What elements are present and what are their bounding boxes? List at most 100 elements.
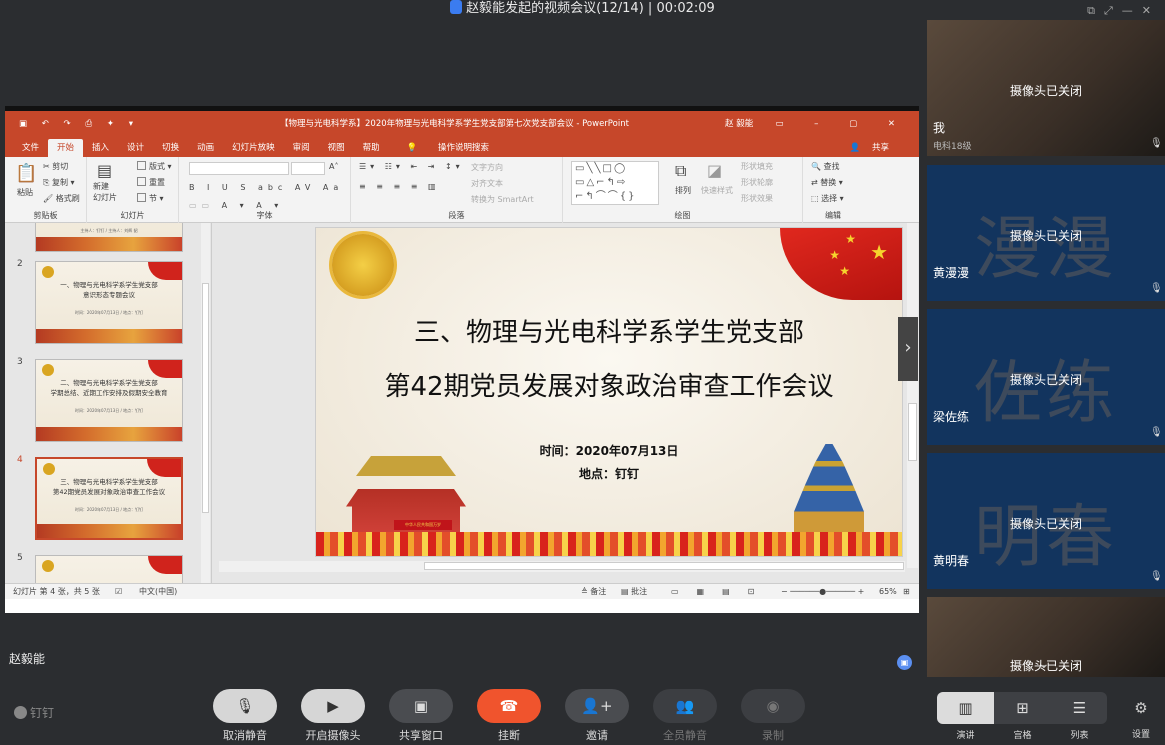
next-page-button[interactable]: › [898,317,918,381]
zoom-level[interactable]: 65% [879,584,897,599]
smartart-button[interactable]: 转换为 SmartArt [471,194,534,205]
quick-styles-icon[interactable]: ◪ [707,161,722,180]
new-slide-icon[interactable]: ▤ [97,161,112,180]
grow-font-icon[interactable]: A˄ [329,162,338,171]
hang-up-label: 挂断 [498,729,520,742]
mic-off-icon[interactable]: 🎙 [213,689,277,723]
participant-tile[interactable]: 明春 摄像头已关闭 黄明春 🎙 [927,453,1165,589]
font-name-select[interactable] [189,162,289,175]
find-button[interactable]: 🔍 查找 [811,161,840,172]
thumb-text: 一、物理与光电科学系学生党支部 意识形态专题会议 [36,280,182,300]
camera-off-status: 摄像头已关闭 [1009,229,1082,243]
fullscreen-icon[interactable]: ⤢ [1104,2,1113,19]
share-window-button[interactable]: ▣ 共享窗口 [389,689,453,743]
language[interactable]: 中文(中国) [139,584,177,599]
replace-button[interactable]: ⇄ 替换 ▾ [811,177,843,188]
paste-label[interactable]: 粘贴 [17,187,33,198]
align-text-button[interactable]: 对齐文本 [471,178,503,189]
tab-design[interactable]: 设计 [118,139,153,157]
add-user-icon[interactable]: 👤+ [565,689,629,723]
start-camera-button[interactable]: ▶ 开启摄像头 [301,689,365,743]
thumbnails-scrollbar[interactable] [201,223,210,583]
align-buttons[interactable]: ≡ ≡ ≡ ≡ ▥ [359,182,440,191]
record-button[interactable]: ◉ 录制 [741,689,805,743]
gear-icon[interactable]: ⚙ [1128,699,1154,717]
font-size-select[interactable] [291,162,325,175]
tab-insert[interactable]: 插入 [83,139,118,157]
camera-off-status: 摄像头已关闭 [1009,373,1082,387]
tab-home[interactable]: 开始 [48,139,84,157]
mute-all-icon[interactable]: 👥 [653,689,717,723]
font-format-buttons[interactable]: B I U S abc AV Aa [189,183,343,192]
slide-thumbnail-3[interactable]: 二、物理与光电科学系学生党支部 学期总结、近期工作安排及假期安全教育 时间：202… [35,359,183,442]
ppt-window-controls[interactable]: ▭ – ▢ ✕ [775,111,909,137]
chat-icon[interactable]: ▣ [897,655,912,670]
comments-button[interactable]: ▤ 批注 [621,584,647,599]
current-slide[interactable]: ★ ★ ★ ★ 三、物理与光电科学系学生党支部 第42期党员发展对象政治审查工作… [315,227,903,557]
list-buttons[interactable]: ☰▾ ☷▾ ⇤ ⇥ ↕▾ [359,162,464,171]
chevron-down-icon[interactable]: ⌄ [1038,656,1050,672]
slide-vertical-scrollbar[interactable] [907,223,918,568]
quick-access-toolbar[interactable]: ▣ ↶ ↷ ⎙ ✦ ▾ [19,111,139,137]
shapes-gallery[interactable]: ▭╲╲□◯ ▭△⌐↰⇨ ⌐↰⌒⌒{} [571,161,659,205]
tell-me-search[interactable]: 💡 操作说明搜索 [389,139,507,157]
slide-thumbnail-5[interactable] [35,555,183,583]
slide-thumbnail-1[interactable]: 主持人：钉钉 / 主持人：刘辉 韶 [35,223,183,252]
arrange-icon[interactable]: ⧉ [675,161,686,181]
select-button[interactable]: ⬚ 选择 ▾ [811,193,844,204]
participant-tile[interactable]: 漫漫 摄像头已关闭 黄漫漫 🎙 [927,165,1165,301]
section-button[interactable]: 节 ▾ [137,193,164,204]
fit-slide-icon[interactable]: ⊞ [903,584,910,599]
tab-review[interactable]: 审阅 [284,139,319,157]
phone-hangup-icon[interactable]: ☎ [477,689,541,723]
share-button[interactable]: 👤 共享 [841,139,907,157]
slide-scroll-thumb[interactable] [908,403,917,461]
participant-tile[interactable]: 佐练 摄像头已关闭 梁佐练 🎙 [927,309,1165,445]
slide-number-2: 2 [17,259,23,269]
tab-transitions[interactable]: 切换 [153,139,188,157]
shape-effects-button[interactable]: 形状效果 [741,193,773,204]
camera-off-icon[interactable]: ▶ [301,689,365,723]
copy-button[interactable]: ⎘ 复制 ▾ [43,177,75,188]
arrange-label[interactable]: 排列 [675,185,691,196]
record-icon[interactable]: ◉ [741,689,805,723]
cut-button[interactable]: ✂ 剪切 [43,161,68,172]
reset-button[interactable]: 重置 [137,177,165,188]
spell-check-icon[interactable]: ☑ [115,584,122,599]
mute-all-button[interactable]: 👥 全员静音 [653,689,717,743]
slide-hscroll-thumb[interactable] [424,562,904,570]
tab-view[interactable]: 视图 [319,139,354,157]
thumbnails-scroll-thumb[interactable] [202,283,209,513]
hang-up-button[interactable]: ☎ 挂断 [477,689,541,743]
new-slide-label[interactable]: 新建 幻灯片 [93,181,117,203]
participant-tile[interactable]: 摄像头已关闭 我 电科18级 🎙 [927,20,1165,156]
list-view-icon[interactable]: ☰ [1051,692,1107,724]
tab-help[interactable]: 帮助 [354,139,389,157]
slide-thumbnail-4-selected[interactable]: 三、物理与光电科学系学生党支部 第42期党员发展对象政治审查工作会议 时间：202… [35,457,183,540]
unmute-button[interactable]: 🎙 取消静音 [213,689,277,743]
tab-animations[interactable]: 动画 [188,139,223,157]
speaker-view-icon[interactable]: ▥ [937,692,994,724]
layout-button[interactable]: 版式 ▾ [137,161,172,172]
invite-button[interactable]: 👤+ 邀请 [565,689,629,743]
font-color-buttons[interactable]: ▭▭ A ▾ A ▾ [189,201,283,210]
settings-button[interactable]: ⚙ 设置 [1128,699,1154,740]
notes-button[interactable]: ≜ 备注 [581,584,606,599]
text-direction-button[interactable]: 文字方向 [471,162,503,173]
paste-icon[interactable]: 📋 [15,163,37,184]
share-screen-icon[interactable]: ▣ [389,689,453,723]
slide-horizontal-scrollbar[interactable] [219,561,905,572]
close-icon[interactable]: ✕ [1142,2,1151,19]
zoom-slider[interactable]: − ──────●────── + [781,584,864,599]
view-buttons[interactable]: ▭▦▤⊡ [671,584,772,599]
shape-fill-button[interactable]: 形状填充 [741,161,773,172]
tab-slideshow[interactable]: 幻灯片放映 [223,139,284,157]
tab-file[interactable]: 文件 [13,139,48,157]
grid-view-icon[interactable]: ⊞ [994,692,1051,724]
shape-outline-button[interactable]: 形状轮廓 [741,177,773,188]
minimize-icon[interactable]: — [1122,2,1133,19]
quick-styles-label[interactable]: 快速样式 [701,185,733,196]
popout-icon[interactable]: ⧉ [1087,2,1095,19]
format-painter-button[interactable]: 🖌 格式刷 [43,193,80,204]
slide-thumbnail-2[interactable]: 一、物理与光电科学系学生党支部 意识形态专题会议 时间：2020年07月13日 /… [35,261,183,344]
